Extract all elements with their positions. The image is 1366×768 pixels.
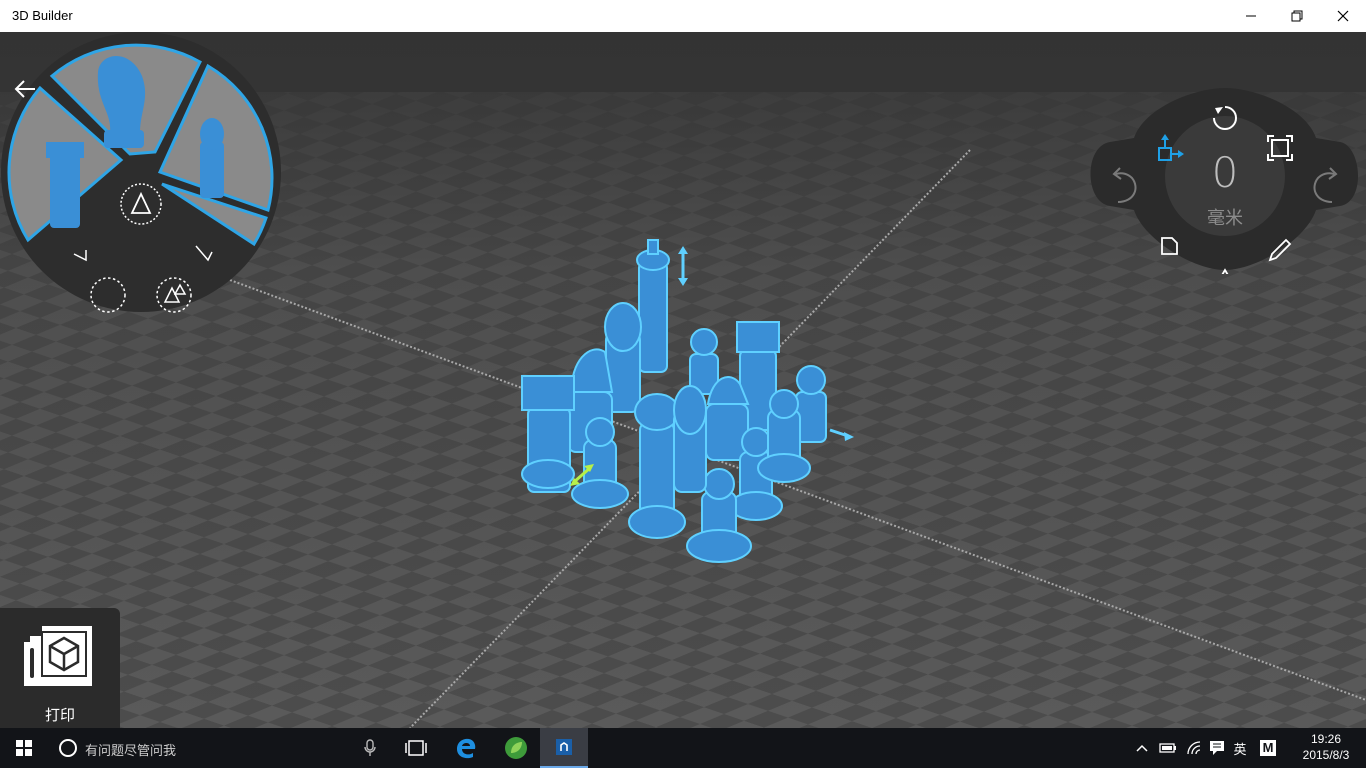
task-view-icon xyxy=(405,740,427,756)
knight-piece-2[interactable] xyxy=(705,376,750,461)
rook-piece-front[interactable] xyxy=(521,375,575,493)
restore-icon xyxy=(1291,10,1303,22)
clock-time: 19:26 xyxy=(1310,732,1342,746)
3d-viewport[interactable]: 0 毫米 xyxy=(0,32,1366,728)
battery-status[interactable] xyxy=(1156,728,1180,768)
task-view-button[interactable] xyxy=(392,728,440,768)
minimize-icon xyxy=(1246,15,1256,17)
print-button[interactable]: 打印 xyxy=(0,608,120,728)
window-title: 3D Builder xyxy=(12,8,73,23)
wifi-icon xyxy=(1187,741,1201,755)
king-piece[interactable] xyxy=(636,239,670,373)
battery-icon xyxy=(1159,743,1176,753)
action-center-button[interactable] xyxy=(1206,728,1228,768)
taskbar: 有问题尽管问我 英 M 19:26 2015/8/3 xyxy=(0,728,1366,768)
add-object-button[interactable] xyxy=(120,183,162,225)
title-bar: 3D Builder xyxy=(0,0,1366,32)
back-button[interactable] xyxy=(12,76,38,102)
minimize-button[interactable] xyxy=(1228,0,1274,32)
close-button[interactable] xyxy=(1320,0,1366,32)
triangle-icon xyxy=(1221,268,1229,274)
clock-date: 2015/8/3 xyxy=(1302,748,1350,762)
ime-label: 英 xyxy=(1233,741,1247,757)
microphone-icon[interactable] xyxy=(364,739,376,757)
wifi-status[interactable] xyxy=(1182,728,1206,768)
transform-value[interactable]: 0 xyxy=(1166,148,1284,197)
system-clock[interactable]: 19:26 2015/8/3 xyxy=(1290,731,1362,763)
3d-builder-app-icon xyxy=(556,739,572,755)
ime-mode-indicator[interactable]: M xyxy=(1256,728,1280,768)
restore-button[interactable] xyxy=(1274,0,1320,32)
windows-logo-icon xyxy=(16,740,32,756)
arrow-left-icon xyxy=(14,80,35,98)
pawn-piece-mid[interactable] xyxy=(689,328,719,395)
show-hidden-icons-button[interactable] xyxy=(1132,728,1152,768)
edge-icon xyxy=(457,738,476,759)
ime-mode-label: M xyxy=(1260,740,1276,756)
input-language-indicator[interactable]: 英 xyxy=(1228,728,1252,768)
print-label: 打印 xyxy=(44,707,75,724)
leaf-icon xyxy=(505,737,527,759)
start-button[interactable] xyxy=(0,728,48,768)
transform-unit: 毫米 xyxy=(1207,208,1243,228)
object-radial-menu xyxy=(1,32,281,313)
close-icon xyxy=(1337,10,1349,22)
notification-icon xyxy=(1210,741,1224,755)
app-window: 3D Builder 0 毫米 打印 有问题尽管问我 英 M 19:26 201… xyxy=(0,0,1366,768)
search-placeholder: 有问题尽管问我 xyxy=(85,743,177,758)
edge-browser-button[interactable] xyxy=(442,728,490,768)
mode-button[interactable] xyxy=(1218,268,1232,274)
cortana-search-box[interactable]: 有问题尽管问我 xyxy=(48,728,388,768)
cortana-icon xyxy=(59,739,77,757)
chevron-up-icon xyxy=(1136,744,1148,752)
leaf-app-button[interactable] xyxy=(492,728,540,768)
print-3d-icon xyxy=(24,626,92,686)
bishop-piece-2[interactable] xyxy=(673,385,707,493)
3d-builder-taskbar-button[interactable] xyxy=(540,728,588,768)
